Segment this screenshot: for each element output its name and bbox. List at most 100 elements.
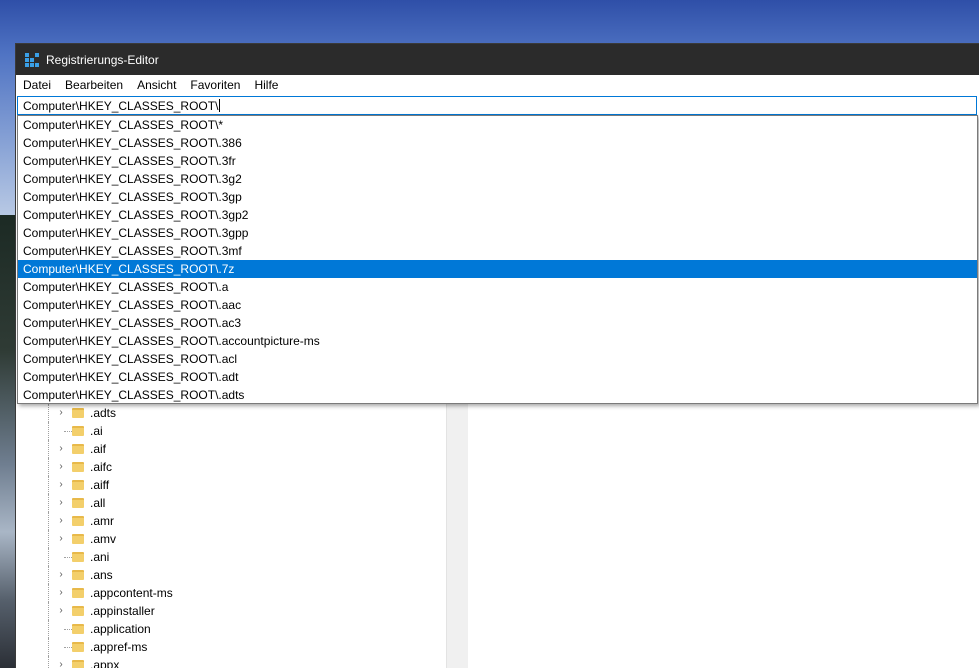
registry-editor-window: Registrierungs-Editor Datei Bearbeiten A…: [16, 44, 979, 668]
menu-favoriten[interactable]: Favoriten: [183, 78, 247, 92]
suggestion-item[interactable]: Computer\HKEY_CLASSES_ROOT\.3fr: [18, 152, 977, 170]
tree-item[interactable]: › .amr: [16, 512, 446, 530]
tree-guide-line: [48, 566, 49, 584]
suggestion-item[interactable]: Computer\HKEY_CLASSES_ROOT\.accountpictu…: [18, 332, 977, 350]
chevron-right-icon[interactable]: ›: [56, 404, 66, 422]
tree-item-label: .aiff: [90, 478, 110, 492]
tree-item-label: .ans: [90, 568, 113, 582]
menu-bar: Datei Bearbeiten Ansicht Favoriten Hilfe: [16, 75, 979, 95]
folder-icon: [72, 444, 84, 454]
tree-item[interactable]: .application: [16, 620, 446, 638]
folder-icon: [72, 606, 84, 616]
suggestion-item[interactable]: Computer\HKEY_CLASSES_ROOT\.3gpp: [18, 224, 977, 242]
tree-item[interactable]: › .aifc: [16, 458, 446, 476]
menu-bearbeiten[interactable]: Bearbeiten: [58, 78, 130, 92]
tree-item[interactable]: .appref-ms: [16, 638, 446, 656]
tree-item[interactable]: .ani: [16, 548, 446, 566]
folder-icon: [72, 498, 84, 508]
chevron-right-icon[interactable]: ›: [56, 494, 66, 512]
tree-guide-line: [48, 494, 49, 512]
tree-item-label: .appref-ms: [90, 640, 148, 654]
menu-hilfe[interactable]: Hilfe: [247, 78, 285, 92]
folder-icon: [72, 624, 84, 634]
suggestion-item[interactable]: Computer\HKEY_CLASSES_ROOT\.acl: [18, 350, 977, 368]
tree-guide-line: [48, 476, 49, 494]
tree-item[interactable]: › .aif: [16, 440, 446, 458]
values-pane: [468, 404, 979, 668]
tree-item[interactable]: › .appx: [16, 656, 446, 668]
tree-guide-line: [48, 584, 49, 602]
suggestion-item[interactable]: Computer\HKEY_CLASSES_ROOT\.adt: [18, 368, 977, 386]
folder-icon: [72, 660, 84, 668]
suggestion-item[interactable]: Computer\HKEY_CLASSES_ROOT\.ac3: [18, 314, 977, 332]
chevron-right-icon[interactable]: ›: [56, 458, 66, 476]
suggestion-item[interactable]: Computer\HKEY_CLASSES_ROOT\.a: [18, 278, 977, 296]
tree-guide-line: [48, 404, 49, 422]
suggestion-item[interactable]: Computer\HKEY_CLASSES_ROOT\.aac: [18, 296, 977, 314]
title-bar[interactable]: Registrierungs-Editor: [16, 44, 979, 75]
address-bar[interactable]: Computer\HKEY_CLASSES_ROOT\: [17, 96, 977, 115]
window-title: Registrierungs-Editor: [46, 52, 159, 67]
suggestion-item[interactable]: Computer\HKEY_CLASSES_ROOT\*: [18, 116, 977, 134]
chevron-right-icon[interactable]: ›: [56, 530, 66, 548]
tree-guide-line: [48, 620, 49, 638]
chevron-right-icon[interactable]: ›: [56, 584, 66, 602]
suggestion-item[interactable]: Computer\HKEY_CLASSES_ROOT\.3g2: [18, 170, 977, 188]
tree-connector-line: [64, 431, 72, 432]
chevron-right-icon[interactable]: ›: [56, 512, 66, 530]
registry-editor-icon: [25, 52, 39, 67]
tree-item-label: .all: [90, 496, 106, 510]
tree-guide-line: [48, 656, 49, 668]
chevron-right-icon[interactable]: ›: [56, 476, 66, 494]
tree-item[interactable]: › .adts: [16, 404, 446, 422]
suggestion-item[interactable]: Computer\HKEY_CLASSES_ROOT\.3gp: [18, 188, 977, 206]
menu-datei[interactable]: Datei: [16, 78, 58, 92]
folder-icon: [72, 462, 84, 472]
tree-scrollbar[interactable]: [446, 404, 463, 668]
tree-item-label: .adts: [90, 406, 117, 420]
tree-item-label: .ani: [90, 550, 110, 564]
tree-item-label: .application: [90, 622, 151, 636]
tree-connector-line: [64, 629, 72, 630]
tree-item-label: .appx: [90, 658, 120, 668]
folder-icon: [72, 552, 84, 562]
tree-item[interactable]: › .ans: [16, 566, 446, 584]
tree-guide-line: [48, 638, 49, 656]
chevron-right-icon[interactable]: ›: [56, 566, 66, 584]
folder-icon: [72, 588, 84, 598]
tree-guide-line: [48, 458, 49, 476]
folder-icon: [72, 426, 84, 436]
chevron-right-icon[interactable]: ›: [56, 440, 66, 458]
suggestion-item[interactable]: Computer\HKEY_CLASSES_ROOT\.3gp2: [18, 206, 977, 224]
registry-tree-pane: › .adts .ai › .aif › .aifc › .aiff › .all › .amr › .am…: [16, 404, 446, 668]
address-suggestions-dropdown: Computer\HKEY_CLASSES_ROOT\* Computer\HKE…: [17, 115, 978, 404]
tree-item[interactable]: › .amv: [16, 530, 446, 548]
tree-guide-line: [48, 530, 49, 548]
folder-icon: [72, 480, 84, 490]
suggestion-item[interactable]: Computer\HKEY_CLASSES_ROOT\.3mf: [18, 242, 977, 260]
tree-connector-line: [64, 647, 72, 648]
tree-item-label: .amr: [90, 514, 114, 528]
chevron-right-icon[interactable]: ›: [56, 656, 66, 668]
suggestion-item[interactable]: Computer\HKEY_CLASSES_ROOT\.386: [18, 134, 977, 152]
text-caret: [219, 99, 221, 112]
suggestion-item[interactable]: Computer\HKEY_CLASSES_ROOT\.adts: [18, 386, 977, 404]
folder-icon: [72, 642, 84, 652]
tree-item-label: .ai: [90, 424, 103, 438]
tree-guide-line: [48, 548, 49, 566]
chevron-right-icon[interactable]: ›: [56, 602, 66, 620]
tree-item[interactable]: › .all: [16, 494, 446, 512]
tree-item-label: .aif: [90, 442, 107, 456]
tree-guide-line: [48, 440, 49, 458]
desktop-wallpaper-trees: [0, 215, 16, 668]
tree-item[interactable]: › .appinstaller: [16, 602, 446, 620]
folder-icon: [72, 408, 84, 418]
tree-item[interactable]: › .aiff: [16, 476, 446, 494]
menu-ansicht[interactable]: Ansicht: [130, 78, 183, 92]
suggestion-item[interactable]: Computer\HKEY_CLASSES_ROOT\.7z: [18, 260, 977, 278]
tree-item[interactable]: .ai: [16, 422, 446, 440]
folder-icon: [72, 516, 84, 526]
tree-guide-line: [48, 602, 49, 620]
tree-guide-line: [48, 422, 49, 440]
tree-item[interactable]: › .appcontent-ms: [16, 584, 446, 602]
